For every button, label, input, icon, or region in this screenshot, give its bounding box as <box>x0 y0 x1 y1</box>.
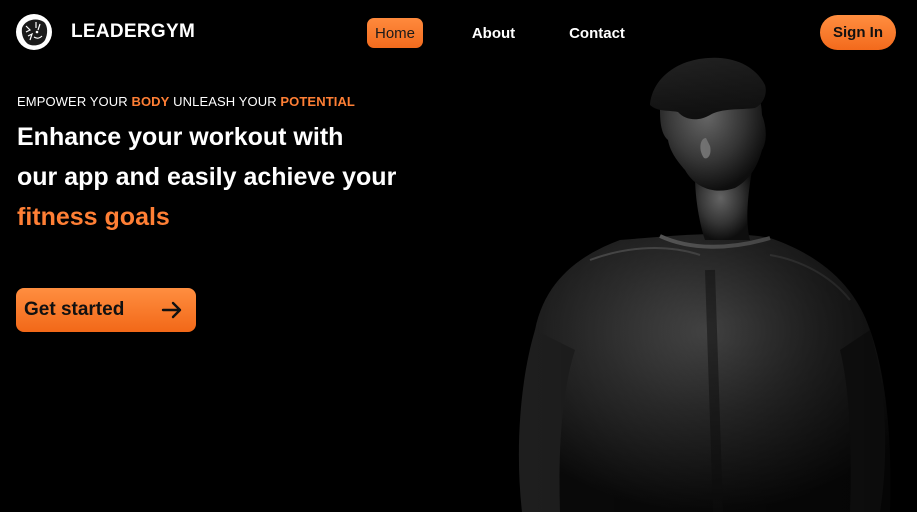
tagline-part1: EMPOWER YOUR <box>17 94 132 109</box>
get-started-button[interactable]: Get started <box>16 288 196 332</box>
headline-accent: fitness goals <box>17 203 170 231</box>
hero-tagline: EMPOWER YOUR BODY UNLEASH YOUR POTENTIAL <box>17 94 355 109</box>
sign-in-button[interactable]: Sign In <box>820 15 896 50</box>
headline-line-2: our app and easily achieve your <box>17 163 397 191</box>
get-started-label: Get started <box>24 299 125 320</box>
landing-page: LEADERGYM Home About Contact Sign In EMP… <box>0 0 917 512</box>
nav-home[interactable]: Home <box>367 18 423 48</box>
hero-headline: Enhance your workout with our app and ea… <box>17 117 457 237</box>
nav-about[interactable]: About <box>466 18 521 48</box>
tagline-part2: UNLEASH YOUR <box>169 94 281 109</box>
lion-logo-icon[interactable] <box>16 14 52 50</box>
brand-name[interactable]: LEADERGYM <box>71 21 195 43</box>
tagline-highlight-body: BODY <box>131 94 170 109</box>
headline-line-1: Enhance your workout with <box>17 123 344 151</box>
tagline-highlight-potential: POTENTIAL <box>280 94 355 109</box>
arrow-right-icon <box>161 301 182 319</box>
nav-contact[interactable]: Contact <box>563 18 631 48</box>
athlete-back-photo <box>500 50 917 512</box>
